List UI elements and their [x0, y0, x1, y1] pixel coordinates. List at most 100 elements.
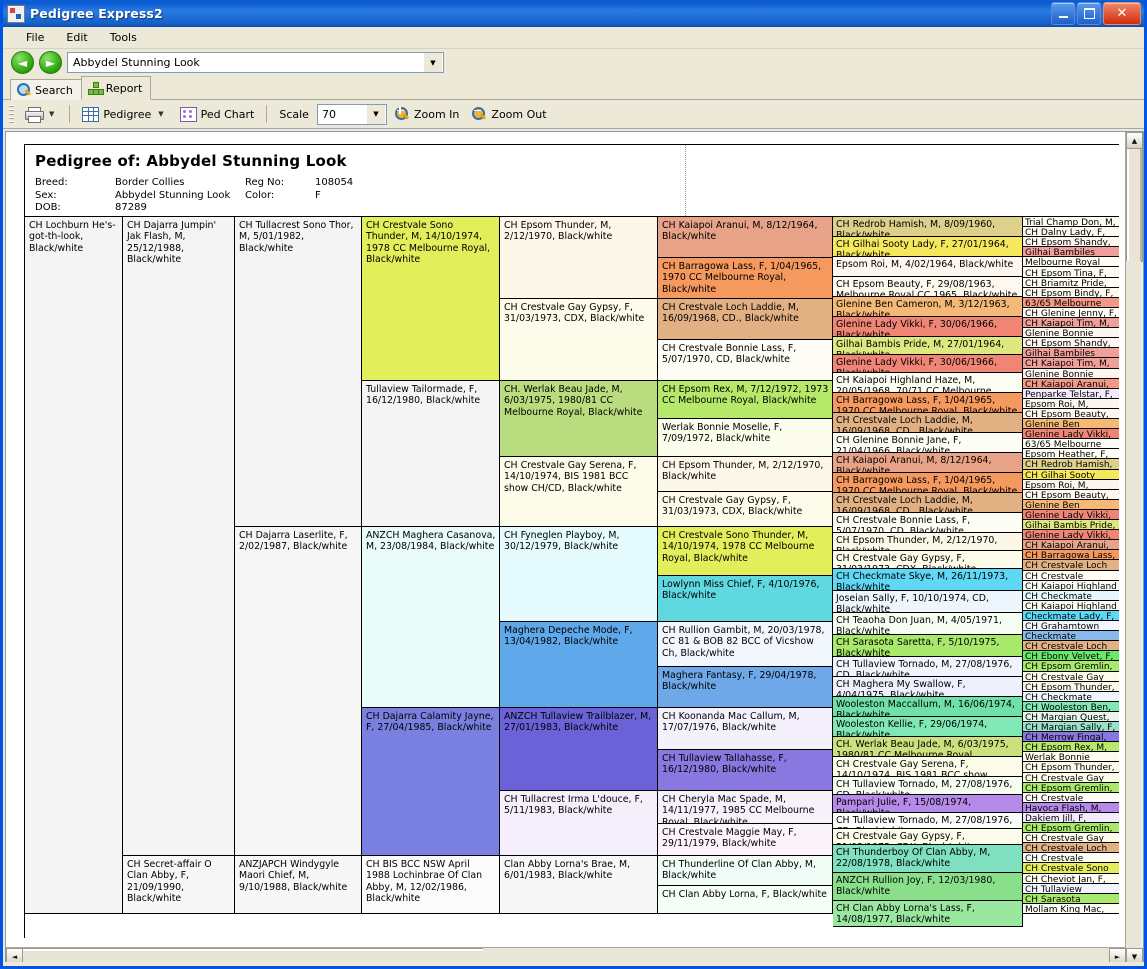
pedigree-cell[interactable]: CH Crestvale Gay Gypsy, F, 31/03/1973, C…	[500, 299, 658, 381]
pedigree-cell[interactable]: CH Epsom Beauty, F, Black/white	[1023, 408, 1119, 420]
pedigree-cell[interactable]: Epsom Roi, M, Black/white	[1023, 398, 1119, 409]
pedigree-cell[interactable]: CH Epsom Beauty, F, 29/08/1963, Melbourn…	[833, 277, 1023, 297]
pedigree-cell[interactable]: CH Crestvale Gay Gypsy, F, Black/white	[1023, 833, 1119, 844]
pedigree-cell[interactable]: CH Sarasota Saretta, F, Black/white	[1023, 893, 1119, 904]
pedigree-cell[interactable]: CH Epsom Beauty, F, Black/white	[1023, 489, 1119, 500]
pedigree-cell[interactable]: CH Kaiapoi Aranui, M, 8/12/1964, Black/w…	[833, 453, 1023, 473]
pedigree-cell[interactable]: CH Lochburn He's-got-th-look, Black/whit…	[25, 217, 123, 914]
pedigree-dropdown-arrow-icon[interactable]: ▼	[155, 110, 166, 118]
pedigree-cell[interactable]: Wooleston Kellie, F, 29/06/1974, Black/w…	[833, 717, 1023, 737]
pedigree-cell[interactable]: CH Epsom Shandy, M, Black/white	[1023, 237, 1119, 248]
pedigree-cell[interactable]: CH Kaiapoi Highland Haze, M, Black/white	[1023, 580, 1119, 591]
pedigree-cell[interactable]: CH Merrow Fingal, M, Black/white	[1023, 732, 1119, 743]
pedigree-cell[interactable]: CH Wooleston Ben, M, Black/white	[1023, 701, 1119, 712]
pedigree-cell[interactable]: CH Dajarra Calamity Jayne, F, 27/04/1985…	[362, 708, 500, 856]
pedigree-cell[interactable]: ANZJAPCH Windygyle Maori Chief, M, 9/10/…	[235, 856, 362, 914]
pedigree-cell[interactable]: CH Barragowa Lass, F, Black/white	[1023, 550, 1119, 561]
pedigree-cell[interactable]: CH Clan Abby Lorna, F, Black/white	[658, 886, 833, 914]
pedigree-cell[interactable]: CH Crestvale Loch Laddie, M, 16/09/1968,…	[833, 493, 1023, 513]
pedigree-cell[interactable]: CH Dalny Lady, F, Black/white	[1023, 227, 1119, 238]
pedigree-cell[interactable]: CH Maghera My Swallow, F, 4/04/1975, Bla…	[833, 677, 1023, 697]
pedigree-cell[interactable]: CH Kaiapoi Aranui, M, Black/white	[1023, 540, 1119, 551]
pedigree-cell[interactable]: CH Kaiapoi Highland Haze, M, 20/05/1968,…	[833, 373, 1023, 393]
pedigree-cell[interactable]: CH Kaiapoi Tim, M, Black/white	[1023, 318, 1119, 329]
pedigree-cell[interactable]: CH Crestvale Sono Thunder, M, 14/10/1974…	[658, 527, 833, 576]
pedigree-cell[interactable]: CH Glenine Jenny, F, Black/white	[1023, 307, 1119, 318]
pedigree-cell[interactable]: CH Epsom Thunder, M, Black/white	[1023, 762, 1119, 773]
pedigree-cell[interactable]: CH Koonanda Mac Callum, M, 17/07/1976, B…	[658, 708, 833, 750]
pedigree-cell[interactable]: Werlak Bonnie Moselle, F, 7/09/1972, Bla…	[658, 419, 833, 457]
pedigree-cell[interactable]: CH BIS BCC NSW April 1988 Lochinbrae Of …	[362, 856, 500, 914]
pedigree-cell[interactable]: CH Kaiapoi Aranui, M, 8/12/1964, Black/w…	[658, 217, 833, 258]
pedigree-cell[interactable]: Werlak Bonnie Moselle, F, Black/white	[1023, 752, 1119, 763]
forward-button[interactable]: ►	[39, 51, 62, 74]
pedigree-cell[interactable]: CH Tullaview Tornado, M, 27/08/1976, CD,…	[833, 657, 1023, 677]
pedigree-cell[interactable]: CH Margian Sally, F, Black/white	[1023, 722, 1119, 733]
close-button[interactable]: ✕	[1103, 2, 1141, 25]
pedigree-cell[interactable]: CH Barragowa Lass, F, 1/04/1965, 1970 CC…	[833, 473, 1023, 493]
pedigree-cell[interactable]: Penparke Telstar, F, Black/white	[1023, 388, 1119, 399]
pedigree-cell[interactable]: Epsom Heather, F, Black/white	[1023, 449, 1119, 460]
pedigree-cell[interactable]: Glenine Lady Vikki, F, 30/06/1966, Black…	[833, 355, 1023, 373]
pedigree-cell[interactable]: Joseian Sally, F, 10/10/1974, CD, Black/…	[833, 591, 1023, 613]
back-button[interactable]: ◄	[11, 51, 34, 74]
pedigree-cell[interactable]: CH Kaiapoi Aranui, M, Black/white	[1023, 378, 1119, 389]
pedigree-cell[interactable]: CH Crestvale Bonnie Lass, F, Black/white	[1023, 792, 1119, 803]
pedigree-cell[interactable]: CH Crestvale Bonnie Lass, F, Black/white	[1023, 570, 1119, 581]
animal-combobox[interactable]: Abbydel Stunning Look ▼	[67, 52, 444, 73]
pedigree-cell[interactable]: CH Kaiapoi Highland Haze, M, Black/white	[1023, 600, 1119, 611]
pedigree-cell[interactable]: ANZCH Rullion Joy, F, 12/03/1980, Black/…	[833, 873, 1023, 901]
pedigree-cell[interactable]: CH Tullaview Tornado, M, 27/08/1976, CD,…	[833, 813, 1023, 829]
pedigree-cell[interactable]: CH Cheryla Mac Spade, M, 14/11/1977, 198…	[658, 791, 833, 824]
pedigree-cell[interactable]: CH Epsom Gremlin, M, Black/white	[1023, 782, 1119, 793]
pedigree-cell[interactable]: CH Crestvale Gay Gypsy, F, 31/03/1973, C…	[833, 551, 1023, 569]
pedigree-cell[interactable]: CH Tullacrest Irma L'douce, F, 5/11/1983…	[500, 791, 658, 856]
pedigree-cell[interactable]: CH Crestvale Gay Gypsy, F, Black/white	[1023, 671, 1119, 682]
pedigree-cell[interactable]: Checkmate Lady, F, Black/white	[1023, 610, 1119, 622]
pedigree-cell[interactable]: CH Epsom Thunder, M, Black/white	[1023, 681, 1119, 692]
tab-search[interactable]: Search	[10, 79, 82, 100]
pedigree-cell[interactable]: Gilhai Bambiles Kim, F, Black/white	[1023, 247, 1119, 258]
pedigree-cell[interactable]: CH Secret-affair O Clan Abby, F, 21/09/1…	[123, 856, 235, 914]
pedigree-cell[interactable]: Checkmate Heather, F, Black/white	[1023, 631, 1119, 642]
pedigree-cell[interactable]: Glenine Bonnie Jean, F, Black/white	[1023, 328, 1119, 339]
pedigree-cell[interactable]: Epsom Roi, M, 4/02/1964, Black/white	[833, 257, 1023, 277]
pedigree-cell[interactable]: Pampari Julie, F, 15/08/1974, Black/whit…	[833, 795, 1023, 813]
pedigree-cell[interactable]: CH Dajarra Jumpin' Jak Flash, M, 25/12/1…	[123, 217, 235, 856]
print-dropdown-arrow-icon[interactable]: ▼	[46, 110, 57, 118]
scale-chevron-down-icon[interactable]: ▼	[366, 104, 385, 124]
pedigree-cell[interactable]: CH Epsom Bindy, F, Black/white	[1023, 287, 1119, 298]
pedigree-cell[interactable]: ANZCH Tullaview Trailblazer, M, 27/01/19…	[500, 708, 658, 791]
scale-combobox[interactable]: 70 ▼	[316, 103, 387, 125]
pedigree-cell[interactable]: CH Barragowa Lass, F, 1/04/1965, 1970 CC…	[833, 393, 1023, 413]
minimize-button[interactable]	[1051, 2, 1075, 25]
pedigree-cell[interactable]: Mollam King Mac, M, Black/white	[1023, 903, 1119, 914]
pedigree-cell[interactable]: CH. Werlak Beau Jade, M, 6/03/1975, 1980…	[833, 737, 1023, 757]
pedigree-cell[interactable]: CH Crestvale Gay Serena, F, 14/10/1974, …	[500, 457, 658, 527]
pedigree-cell[interactable]: Maghera Depeche Mode, F, 13/04/1982, Bla…	[500, 622, 658, 708]
pedigree-cell[interactable]: CH Dajarra Laserlite, F, 2/02/1987, Blac…	[235, 527, 362, 856]
pedigree-cell[interactable]: CH Crestvale Gay Gypsy, F, 31/03/1973, C…	[658, 492, 833, 527]
pedigree-cell[interactable]: CH Checkmate Skye, M, 26/11/1973, Black/…	[833, 569, 1023, 591]
pedigree-cell[interactable]: CH Teaoha Don Juan, M, 4/05/1971, Black/…	[833, 613, 1023, 635]
pedigree-cell[interactable]: Glenine Bonnie Jean, F, Black/white	[1023, 368, 1119, 379]
pedigree-cell[interactable]: CH Checkmate Kelly, F, Black/white	[1023, 590, 1119, 601]
vertical-scroll-thumb[interactable]	[1126, 148, 1143, 262]
pedigree-cell[interactable]: Dakiem Jill, F, Black/white	[1023, 812, 1119, 824]
pedigree-cell[interactable]: CH Epsom Gremlin, M, Black/white	[1023, 661, 1119, 672]
vertical-scrollbar[interactable]: ▲ ▼	[1125, 132, 1143, 965]
zoom-in-button[interactable]: Zoom In	[390, 105, 464, 124]
pedigree-cell[interactable]: CH Glenine Bonnie Jane, F, 21/04/1966, B…	[833, 433, 1023, 453]
vertical-scroll-track[interactable]	[1126, 261, 1141, 949]
menu-item-file[interactable]: File	[15, 29, 55, 46]
pedigree-cell[interactable]: Glenine Lady Vikki, F, Black/white	[1023, 530, 1119, 541]
pedigree-cell[interactable]: CH Crestvale Bonnie Lass, F, 5/07/1970, …	[833, 513, 1023, 533]
chevron-down-icon[interactable]: ▼	[424, 53, 442, 72]
menu-item-edit[interactable]: Edit	[55, 29, 98, 46]
pedigree-cell[interactable]: CH Thunderboy Of Clan Abby, M, 22/08/197…	[833, 845, 1023, 873]
pedigree-cell[interactable]: CH Margian Quest, F, Black/white	[1023, 711, 1119, 723]
pedigree-cell[interactable]: Gilhai Bambis Pride, M, Black/white	[1023, 520, 1119, 531]
scroll-up-button[interactable]: ▲	[1126, 132, 1143, 149]
pedigree-cell[interactable]: Glenine Lady Vikki, F, Black/white	[1023, 509, 1119, 521]
pedigree-cell[interactable]: CH Fyneglen Playboy, M, 30/12/1979, Blac…	[500, 527, 658, 622]
